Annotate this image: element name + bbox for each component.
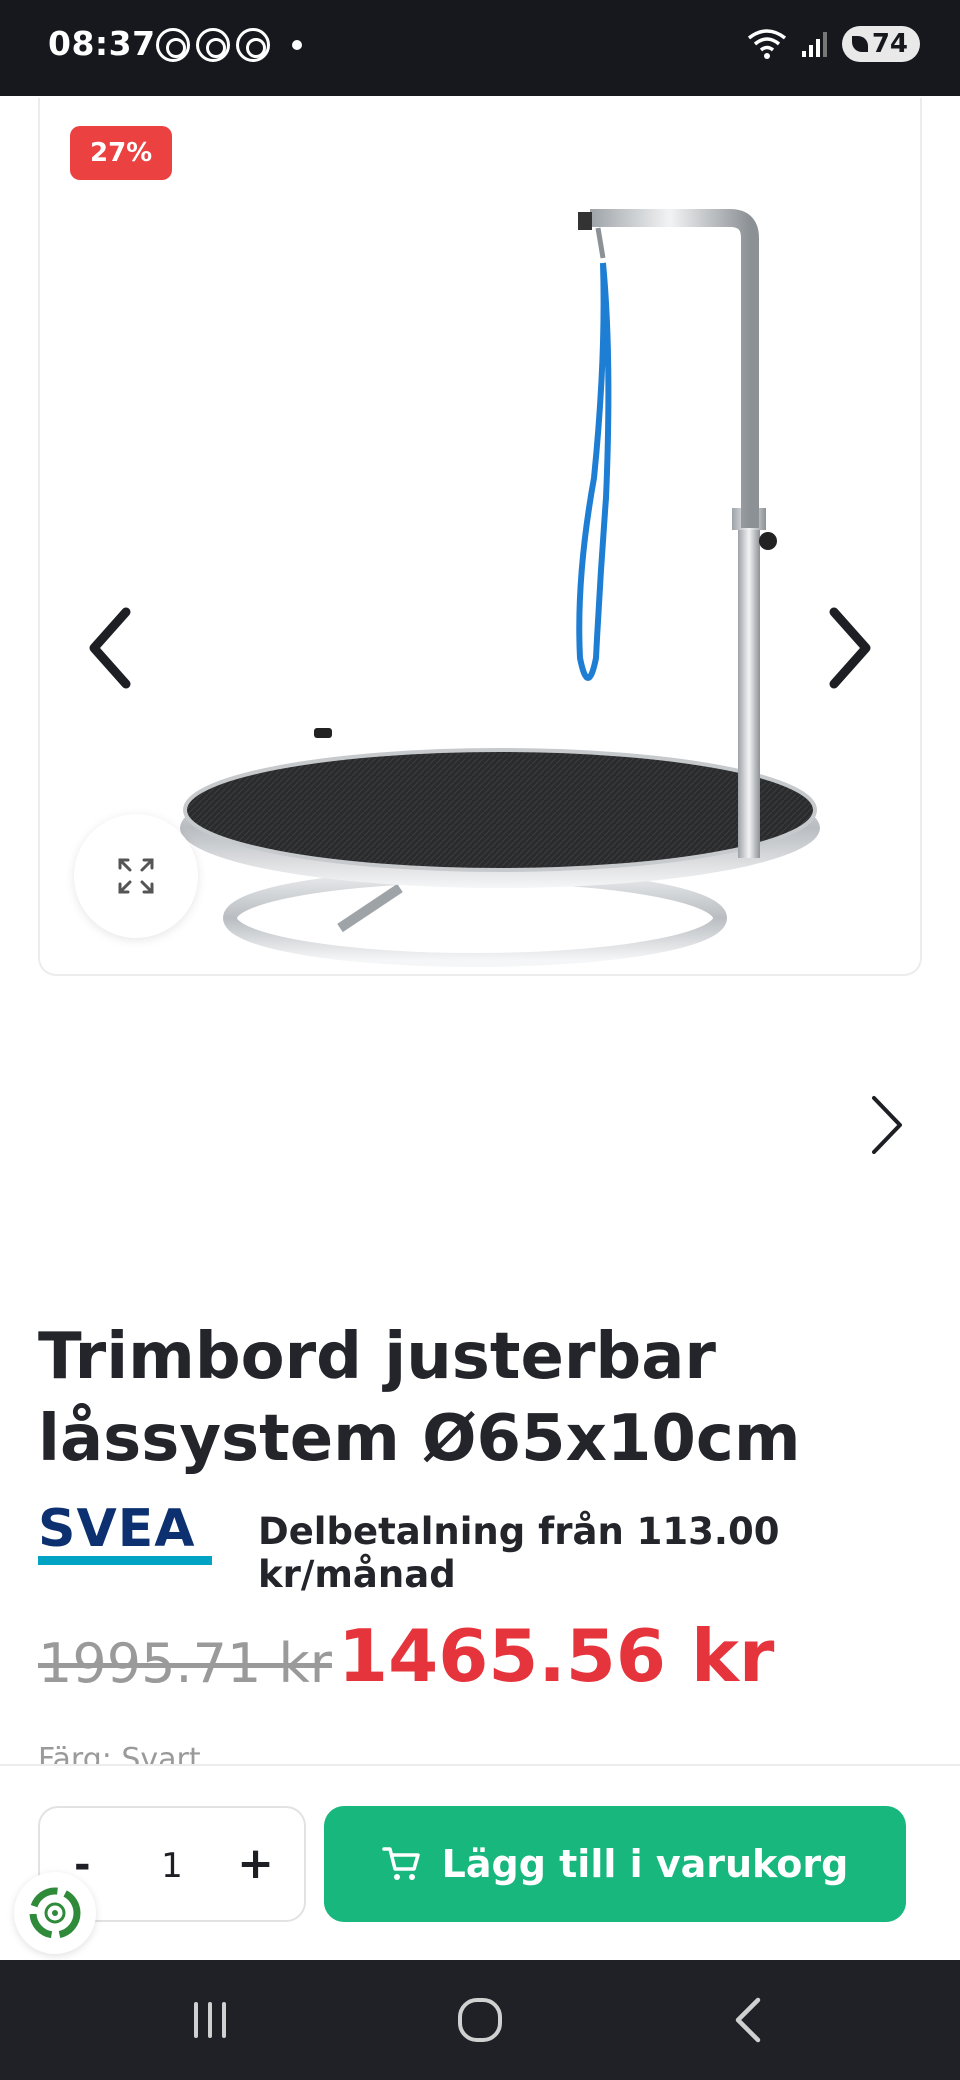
discount-badge: 27% — [70, 126, 173, 180]
gallery-next-button[interactable] — [816, 598, 880, 698]
installment-text: Delbetalning från 113.00 kr/månad — [258, 1510, 780, 1596]
sale-price: 1465.56 kr — [338, 1614, 775, 1698]
quantity-increase-button[interactable]: + — [237, 1838, 274, 1889]
add-to-cart-button[interactable]: Lägg till i varukorg — [324, 1806, 906, 1922]
product-title: Trimbord justerbar låssystem Ø65x10cm — [38, 1316, 838, 1480]
expand-icon — [118, 858, 154, 894]
svea-logo: SVEA — [38, 1500, 212, 1565]
original-price: 1995.71 kr — [38, 1632, 332, 1695]
installment-row[interactable]: SVEA Delbetalning från 113.00 kr/månad — [38, 1498, 922, 1596]
product-title-line: Trimbord justerbar — [38, 1320, 716, 1394]
add-to-cart-label: Lägg till i varukorg — [441, 1842, 849, 1886]
chevron-left-icon — [89, 607, 131, 689]
status-time: 08:37 — [48, 24, 156, 63]
product-title-line: låssystem Ø65x10cm — [38, 1402, 801, 1476]
home-icon — [458, 1998, 502, 2042]
threads-notification-icon — [236, 28, 270, 62]
price-row: 1995.71 kr 1465.56 kr — [38, 1614, 922, 1698]
back-icon — [735, 1997, 761, 2043]
svg-text:SVEA: SVEA — [38, 1500, 195, 1559]
battery-saver-icon — [851, 36, 868, 52]
recent-apps-icon — [194, 2002, 226, 2038]
recycle-button[interactable] — [14, 1872, 96, 1954]
battery-level: 74 — [871, 29, 908, 59]
battery-icon: 74 — [841, 26, 920, 62]
threads-notification-icon — [196, 28, 230, 62]
chevron-right-icon — [829, 607, 871, 689]
back-button[interactable] — [720, 1990, 780, 2050]
signal-icon — [801, 32, 827, 57]
threads-notification-icon — [156, 28, 190, 62]
status-bar: 08:37 74 — [0, 0, 960, 96]
chevron-right-icon — [872, 1096, 902, 1154]
cart-icon — [381, 1847, 420, 1880]
status-indicators: 74 — [746, 26, 920, 62]
thumbnail-next-button[interactable] — [866, 1092, 906, 1158]
recent-apps-button[interactable] — [180, 1990, 240, 2050]
system-navigation-bar — [0, 1960, 960, 2080]
home-button[interactable] — [450, 1990, 510, 2050]
product-gallery[interactable]: 27% — [38, 98, 922, 976]
dot-icon — [292, 40, 302, 50]
notification-icons — [156, 28, 302, 62]
action-bar: - 1 + Lägg till i varukorg — [0, 1764, 960, 1960]
wifi-icon — [747, 29, 786, 59]
recycle-icon — [29, 1887, 81, 1939]
fullscreen-button[interactable] — [74, 814, 198, 938]
gallery-prev-button[interactable] — [80, 598, 144, 698]
